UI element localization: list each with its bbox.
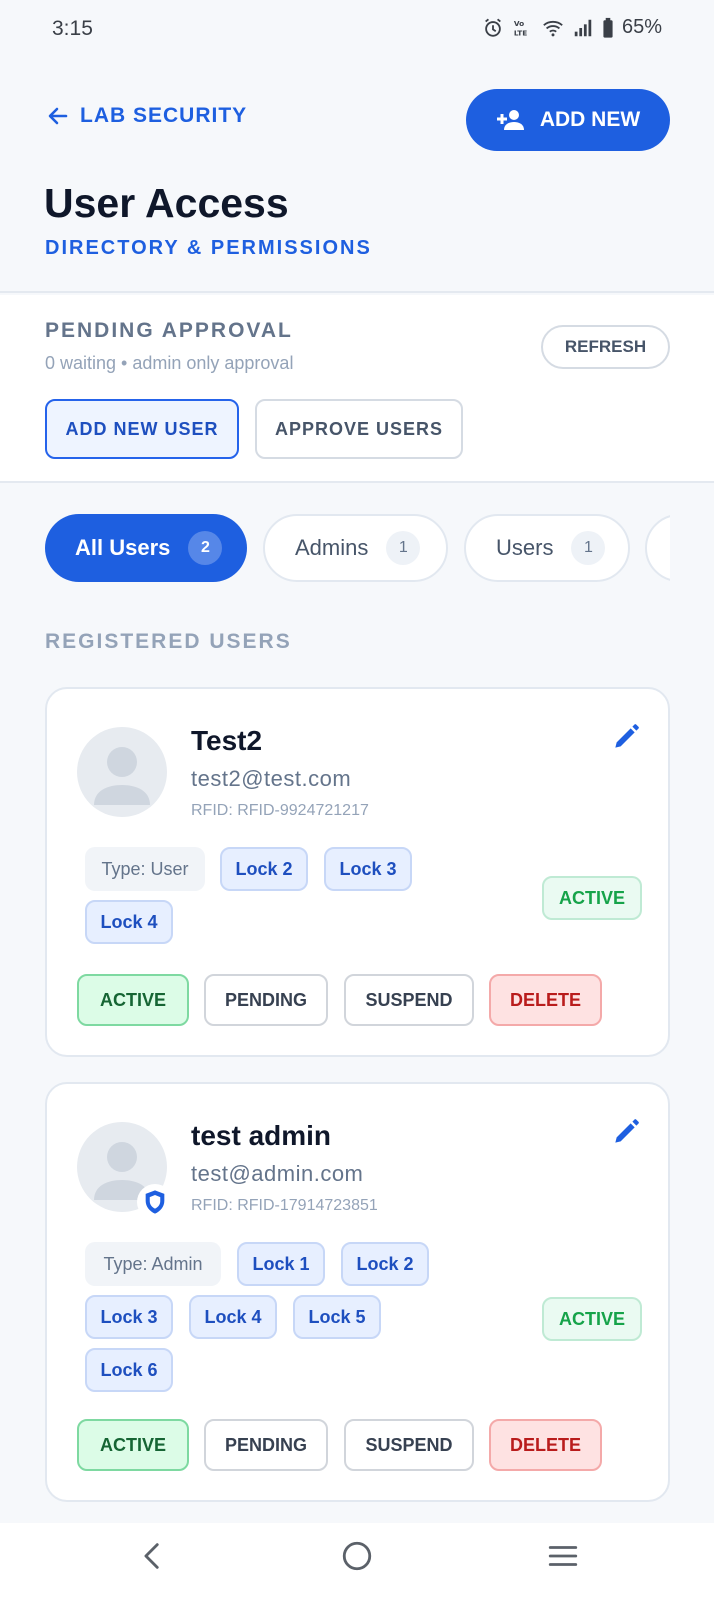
- tab-label: Admins: [295, 535, 369, 560]
- set-active-button[interactable]: ACTIVE: [77, 974, 189, 1026]
- user-rfid: RFID: RFID-9924721217: [191, 802, 369, 819]
- tab-count: 2: [188, 531, 223, 565]
- delete-button[interactable]: DELETE: [489, 1419, 602, 1471]
- lock-chip: Lock 3: [85, 1295, 173, 1339]
- volte-icon: VoLTE: [514, 19, 527, 37]
- user-rfid: RFID: RFID-17914723851: [191, 1197, 378, 1214]
- edit-icon[interactable]: [610, 1116, 642, 1148]
- add-new-button[interactable]: ADD NEW: [466, 89, 670, 151]
- refresh-button[interactable]: REFRESH: [541, 325, 670, 369]
- page-title: User Access: [44, 180, 289, 226]
- tab-users[interactable]: Users 1: [464, 514, 630, 582]
- status-bar: 3:15 Vo LTE 65%: [0, 0, 714, 58]
- back-nav-icon[interactable]: [136, 1539, 170, 1578]
- user-card: test admin test@admin.com RFID: RFID-179…: [45, 1082, 670, 1502]
- arrow-left-icon: [48, 107, 68, 125]
- lock-chip: Lock 2: [341, 1242, 429, 1286]
- add-new-user-button[interactable]: ADD NEW USER: [45, 399, 239, 459]
- svg-text:Vo: Vo: [514, 19, 524, 28]
- tab-admins[interactable]: Admins 1: [263, 514, 448, 582]
- pending-subtitle: 0 waiting • admin only approval: [45, 353, 294, 373]
- svg-text:LTE: LTE: [514, 28, 527, 37]
- pending-title: PENDING APPROVAL: [45, 319, 293, 342]
- page-subtitle: DIRECTORY & PERMISSIONS: [45, 237, 372, 259]
- set-active-button[interactable]: ACTIVE: [77, 1419, 189, 1471]
- tab-label: All Users: [75, 535, 171, 560]
- tab-more[interactable]: [645, 514, 670, 582]
- set-pending-button[interactable]: PENDING: [204, 974, 328, 1026]
- delete-button[interactable]: DELETE: [489, 974, 602, 1026]
- system-nav-bar: [0, 1523, 714, 1599]
- user-email: test@admin.com: [191, 1161, 364, 1186]
- tab-count: 1: [571, 531, 606, 565]
- alarm-icon: [485, 18, 501, 37]
- wifi-icon: [543, 20, 563, 36]
- lock-chip: Lock 5: [293, 1295, 381, 1339]
- tab-label: Users: [496, 535, 554, 560]
- status-time: 3:15: [52, 17, 93, 40]
- add-person-icon: [496, 110, 524, 130]
- lock-chip: Lock 2: [220, 847, 308, 891]
- battery-level: 65%: [621, 16, 662, 38]
- add-new-label: ADD NEW: [539, 108, 641, 131]
- filter-tabs: All Users 2 Admins 1 Users 1: [45, 514, 670, 582]
- battery-icon: [603, 17, 613, 38]
- lock-chip: Lock 6: [85, 1348, 173, 1392]
- admin-shield-icon: [137, 1184, 173, 1220]
- section-title: REGISTERED USERS: [45, 630, 292, 653]
- lock-chip: Lock 1: [237, 1242, 325, 1286]
- user-type-chip: Type: Admin: [85, 1242, 221, 1286]
- pending-approval-panel: PENDING APPROVAL 0 waiting • admin only …: [0, 295, 714, 483]
- user-card: Test2 test2@test.com RFID: RFID-99247212…: [45, 687, 670, 1057]
- lock-chip: Lock 3: [324, 847, 412, 891]
- back-link-label: LAB SECURITY: [80, 104, 248, 127]
- lock-chip: Lock 4: [189, 1295, 277, 1339]
- approve-users-button[interactable]: APPROVE USERS: [255, 399, 463, 459]
- person-icon: [94, 747, 150, 805]
- tab-count: 1: [386, 531, 421, 565]
- set-pending-button[interactable]: PENDING: [204, 1419, 328, 1471]
- home-nav-icon[interactable]: [340, 1539, 374, 1578]
- user-type-chip: Type: User: [85, 847, 205, 891]
- status-badge: ACTIVE: [542, 1297, 642, 1341]
- edit-icon[interactable]: [610, 721, 642, 753]
- status-badge: ACTIVE: [542, 876, 642, 920]
- menu-nav-icon[interactable]: [545, 1539, 581, 1578]
- avatar: [77, 727, 167, 817]
- user-email: test2@test.com: [191, 766, 352, 791]
- tab-all-users[interactable]: All Users 2: [45, 514, 247, 582]
- signal-icon: [574, 19, 592, 36]
- back-link[interactable]: LAB SECURITY: [46, 104, 247, 128]
- suspend-button[interactable]: SUSPEND: [344, 974, 474, 1026]
- suspend-button[interactable]: SUSPEND: [344, 1419, 474, 1471]
- status-icons: Vo LTE 65%: [482, 16, 662, 39]
- user-name: Test2: [191, 725, 263, 756]
- user-name: test admin: [191, 1120, 332, 1151]
- lock-chip: Lock 4: [85, 900, 173, 944]
